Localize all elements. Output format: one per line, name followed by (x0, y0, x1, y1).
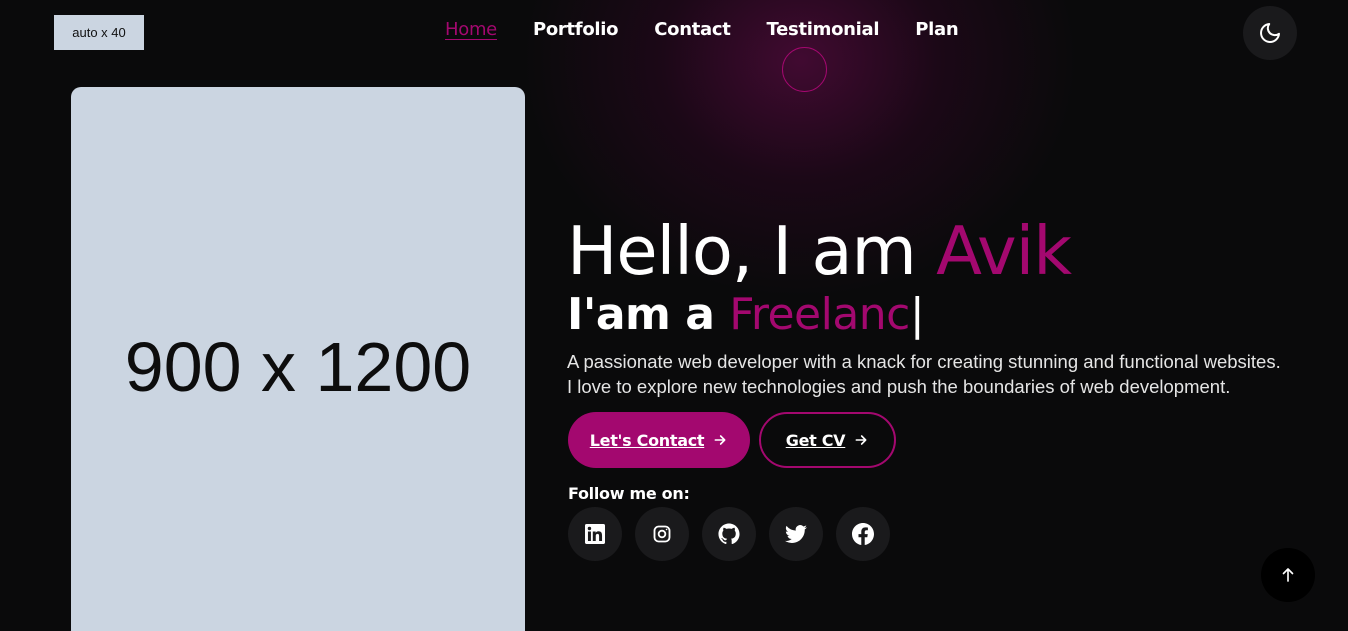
theme-toggle-button[interactable] (1243, 6, 1297, 60)
nav-testimonial[interactable]: Testimonial (767, 19, 880, 40)
role-typed-text: Freelanc (729, 289, 910, 340)
instagram-icon (653, 525, 671, 543)
scroll-to-top-button[interactable] (1261, 548, 1315, 602)
nav-portfolio[interactable]: Portfolio (533, 19, 619, 40)
social-links (568, 507, 890, 561)
hero-role: I'am a Freelanc| (567, 289, 925, 340)
greeting-text: Hello, I am (567, 212, 917, 290)
twitter-icon (785, 525, 807, 543)
facebook-link[interactable] (836, 507, 890, 561)
lets-contact-button[interactable]: Let's Contact (568, 412, 750, 468)
nav-home[interactable]: Home (445, 19, 497, 40)
custom-cursor-ring (782, 47, 827, 92)
typing-caret: | (909, 289, 925, 340)
moon-icon (1260, 23, 1280, 43)
get-cv-label: Get CV (785, 430, 846, 450)
follow-label: Follow me on: (568, 484, 690, 503)
github-link[interactable] (702, 507, 756, 561)
hero-greeting: Hello, I am Avik (567, 212, 1072, 290)
logo-placeholder[interactable]: auto x 40 (54, 15, 144, 50)
linkedin-icon (585, 524, 605, 544)
twitter-link[interactable] (769, 507, 823, 561)
hero-description: A passionate web developer with a knack … (567, 351, 1281, 397)
instagram-link[interactable] (635, 507, 689, 561)
main-nav: Home Portfolio Contact Testimonial Plan (445, 19, 959, 40)
nav-contact[interactable]: Contact (654, 19, 731, 40)
arrow-up-icon (1282, 568, 1294, 582)
role-prefix: I'am a (567, 289, 715, 340)
linkedin-link[interactable] (568, 507, 622, 561)
facebook-icon (852, 523, 874, 545)
github-icon (718, 523, 740, 545)
hero-name: Avik (936, 212, 1072, 290)
hero-image-placeholder: 900 x 1200 (71, 87, 525, 631)
arrow-right-icon (855, 435, 867, 445)
nav-plan[interactable]: Plan (915, 19, 958, 40)
lets-contact-label: Let's Contact (589, 430, 705, 450)
get-cv-button[interactable]: Get CV (759, 412, 896, 468)
arrow-right-icon (714, 435, 726, 445)
